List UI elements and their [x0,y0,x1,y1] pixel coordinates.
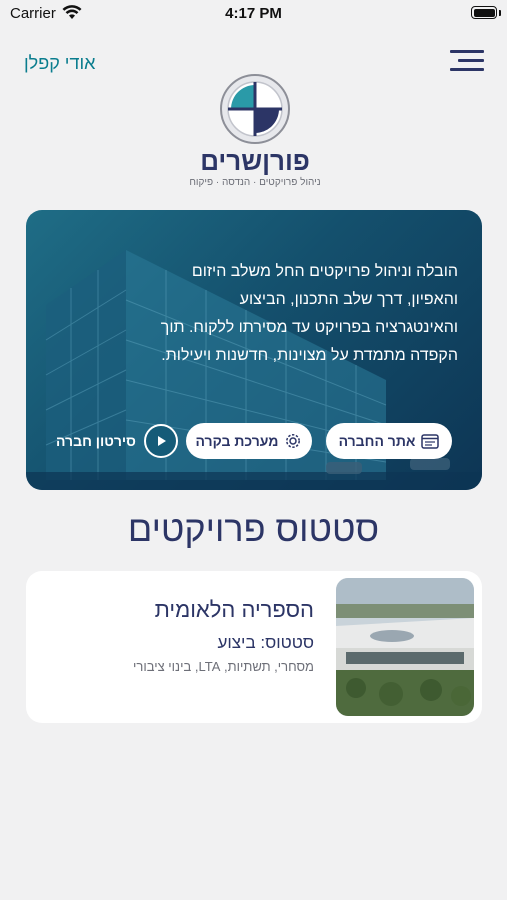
project-name: הספריה הלאומית [154,597,314,622]
brand-name: פורןשרים [200,146,310,176]
project-thumbnail [336,578,474,716]
logo-emblem [220,74,290,144]
project-card[interactable]: הספריה הלאומית סטטוס: ביצוע מסחרי, תשתיו… [26,571,482,723]
play-icon [143,424,178,458]
control-system-label: מערכת בקרה [195,433,279,449]
company-video-button[interactable]: סירטון חברה [56,423,178,459]
gear-icon [286,434,301,448]
brand-tagline: ניהול פרויקטים · הנדסה · פיקוח [189,177,321,188]
company-video-label: סירטון חברה [56,433,136,449]
app-screen: Carrier 4:17 PM אודי קפלן פורןשרים ניהול… [0,0,507,900]
clock: 4:17 PM [225,5,282,22]
company-logo: פורןשרים ניהול פרויקטים · הנדסה · פיקוח [180,73,330,198]
status-bar: Carrier 4:17 PM [0,0,507,28]
project-status: סטטוס: ביצוע [217,633,314,652]
battery-tip [499,10,501,16]
browser-icon [421,433,440,449]
company-website-label: אתר החברה [338,433,416,449]
control-system-button[interactable]: מערכת בקרה [186,423,312,459]
battery-icon [471,6,497,19]
project-tags: מסחרי, תשתיות, LTA, בינוי ציבורי [133,659,314,674]
hamburger-menu-icon[interactable] [450,50,484,76]
section-title: סטטוס פרויקטים [127,508,380,549]
company-website-button[interactable]: אתר החברה [326,423,452,459]
hero-description: הובלה וניהול פרויקטים החל משלב היזום והא… [160,263,458,364]
user-name-link[interactable]: אודי קפלן [24,53,95,74]
